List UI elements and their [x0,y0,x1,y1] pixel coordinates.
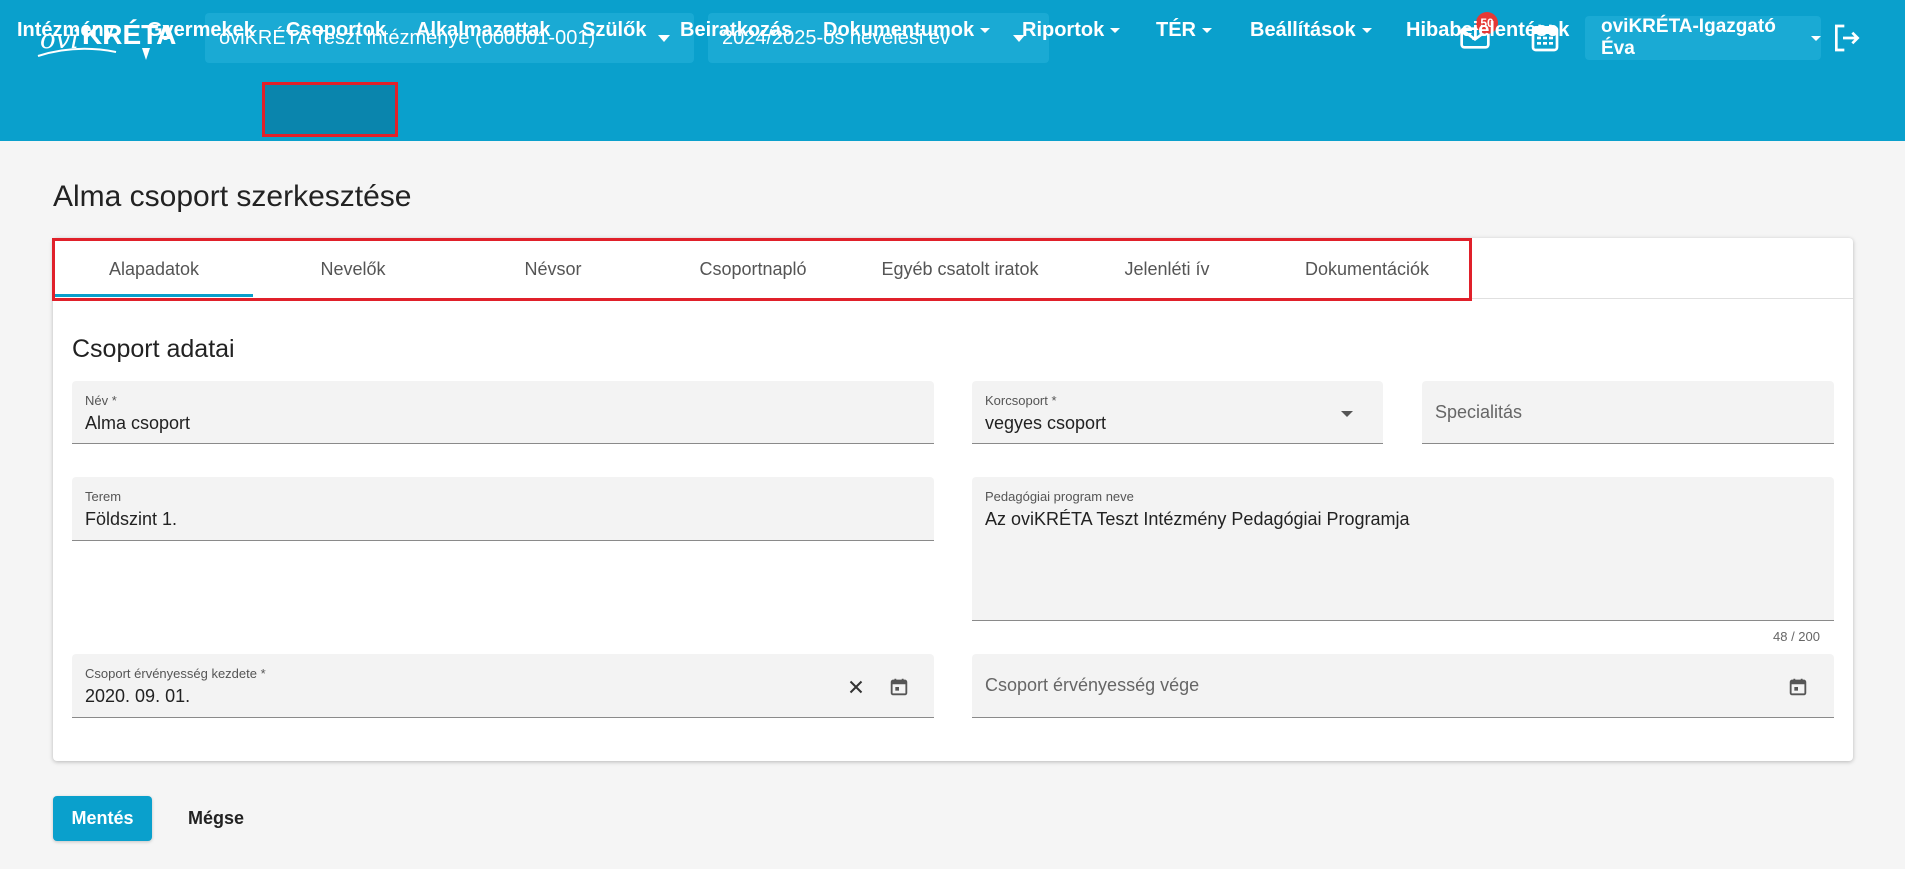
nav-label: Beiratkozás [680,19,793,41]
nav-item-szulok[interactable]: Szülők [582,0,646,61]
name-field-value: Alma csoport [85,413,191,433]
nav-label: Szülők [582,19,647,41]
chevron-down-icon [658,35,670,42]
nav-label: Hibabejelentések [1406,19,1570,41]
nav-item-gyermekek[interactable]: Gyermekek [147,0,255,61]
nav-label: Beállítások [1250,19,1356,41]
age-group-label: Korcsoport * [985,393,1057,408]
nav-item-dokumentumok[interactable]: Dokumentumok [823,0,991,61]
nav-label: TÉR [1156,19,1196,41]
nav-item-intezmeny[interactable]: Intézmény [17,0,115,61]
chevron-down-icon [1202,28,1212,33]
nav-label: Alkalmazottak [416,19,551,41]
speciality-placeholder: Specialitás [1435,401,1523,422]
valid-from-label: Csoport érvényesség kezdete * [85,666,266,681]
calendar-icon[interactable] [888,676,910,698]
character-counter: 48 / 200 [1773,629,1820,644]
nav-label: Dokumentumok [823,19,975,41]
nav-label: Csoportok [286,19,386,41]
section-title: Csoport adatai [72,335,235,363]
nav-item-riportok[interactable]: Riportok [1022,0,1121,61]
room-field-label: Terem [85,489,122,504]
name-field[interactable]: Név * Alma csoport [72,381,934,444]
user-name: oviKRÉTA-Igazgató Éva [1601,16,1776,59]
page-title: Alma csoport szerkesztése [53,180,412,213]
tabs-highlight [52,238,1472,301]
nav-label: Riportok [1022,19,1105,41]
nav-item-csoportok[interactable]: Csoportok [286,0,386,61]
chevron-down-icon [1110,28,1121,33]
nav-item-alkalmazottak[interactable]: Alkalmazottak [416,0,551,61]
cancel-button[interactable]: Mégse [176,796,256,841]
chevron-down-icon [1341,411,1353,417]
valid-from-value: 2020. 09. 01. [85,686,191,706]
chevron-down-icon [980,28,991,33]
clear-icon[interactable] [845,676,867,698]
logout-icon[interactable] [1831,22,1863,54]
chevron-down-icon [1361,28,1372,33]
valid-to-placeholder: Csoport érvényesség vége [985,675,1200,695]
age-group-select[interactable]: Korcsoport * vegyes csoport [972,381,1383,444]
save-button[interactable]: Mentés [53,796,152,841]
speciality-field[interactable]: Specialitás [1422,381,1834,444]
chevron-down-icon [1811,35,1821,41]
nav-label: Gyermekek [147,19,255,41]
nav-item-ter[interactable]: TÉR [1156,0,1212,61]
program-name-textarea[interactable]: Pedagógiai program neve Az oviKRÉTA Tesz… [972,477,1834,621]
user-menu[interactable]: oviKRÉTA-Igazgató Éva [1585,16,1821,60]
nav-item-hibabejelentesek[interactable]: Hibabejelentések [1406,0,1569,61]
name-field-label: Név * [85,393,117,408]
nav-item-beallitasok[interactable]: Beállítások [1250,0,1372,61]
nav-item-beiratkozas[interactable]: Beiratkozás [680,0,792,61]
room-field-value: Földszint 1. [85,509,178,529]
calendar-icon[interactable] [1787,676,1809,698]
nav-active-highlight [262,82,398,137]
nav-label: Intézmény [17,19,115,41]
program-name-label: Pedagógiai program neve [985,489,1134,504]
age-group-value: vegyes csoport [985,413,1107,433]
room-field[interactable]: Terem Földszint 1. [72,477,934,541]
program-name-value: Az oviKRÉTA Teszt Intézmény Pedagógiai P… [985,509,1410,529]
valid-to-date-field[interactable]: Csoport érvényesség vége [972,654,1834,718]
valid-from-date-field[interactable]: Csoport érvényesség kezdete * 2020. 09. … [72,654,934,718]
